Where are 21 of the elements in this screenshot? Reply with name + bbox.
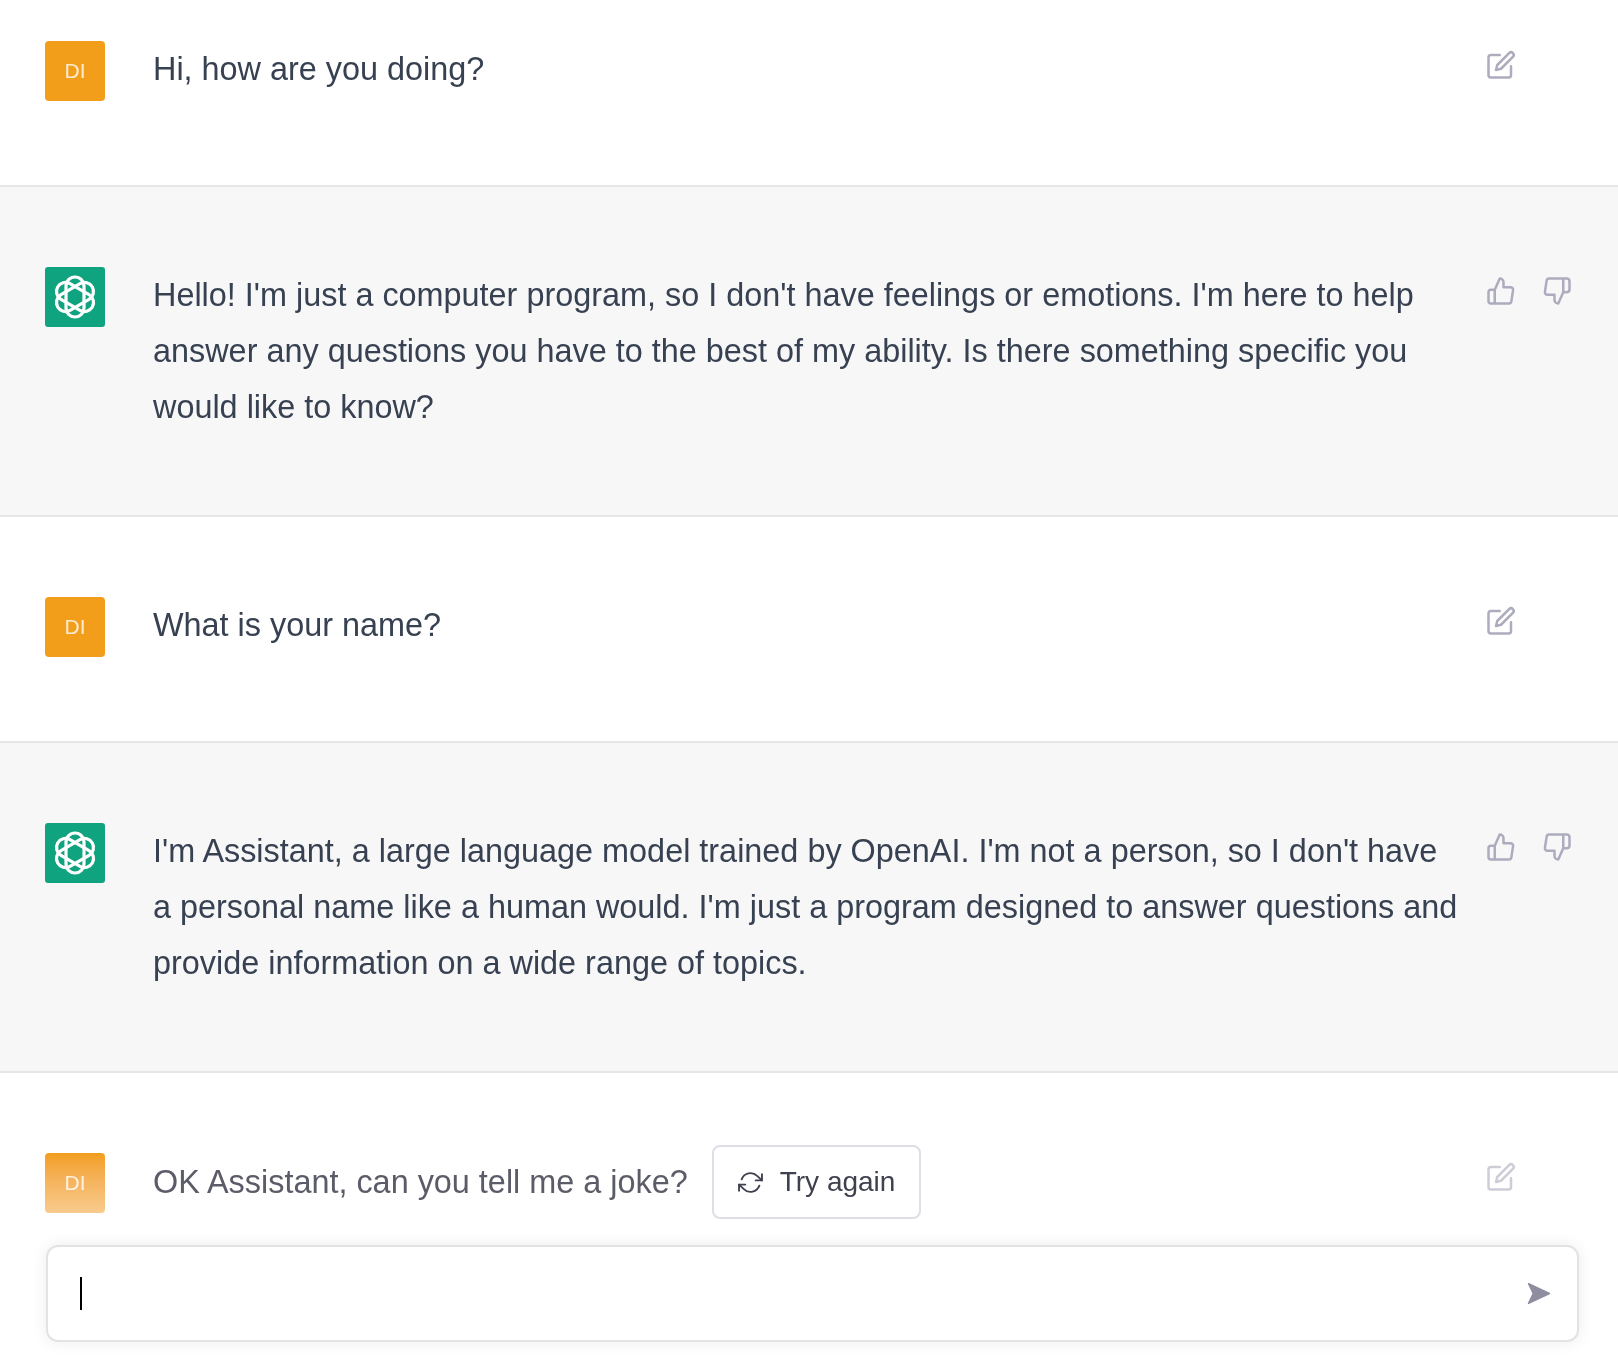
send-icon[interactable] [1525,1281,1553,1306]
message-text: Hi, how are you doing? [153,50,486,89]
message-text: OK Assistant, can you tell me a joke? [153,1163,688,1202]
edit-icon[interactable] [1486,1162,1516,1192]
user-avatar: DI [45,1153,105,1213]
refresh-icon [737,1169,763,1195]
thumbs-up-icon[interactable] [1486,276,1516,306]
user-avatar: DI [45,41,105,101]
assistant-logo-icon [45,267,105,327]
thumbs-down-icon[interactable] [1542,276,1572,306]
message-text: Hello! I'm just a computer program, so I don't have feelings or emotions. I'm here to help answer any questions you have to the best of my ability. Is there something specific you would like to know? [153,276,1415,427]
assistant-logo-icon [45,823,105,883]
edit-icon[interactable] [1486,50,1516,80]
user-avatar: DI [45,597,105,657]
thumbs-down-icon[interactable] [1542,832,1572,862]
message-text: What is your name? [153,606,443,645]
thumbs-up-icon[interactable] [1486,832,1516,862]
message-text: I'm Assistant, a large language model trained by OpenAI. I'm not a person, so I don't have a personal name like a human would. I'm just a program designed to answer questions and provide information on a wide range of topics. [153,832,1459,983]
message-input[interactable] [46,1245,1579,1342]
try-again-button[interactable]: Try again [711,1145,922,1219]
edit-icon[interactable] [1486,606,1516,636]
